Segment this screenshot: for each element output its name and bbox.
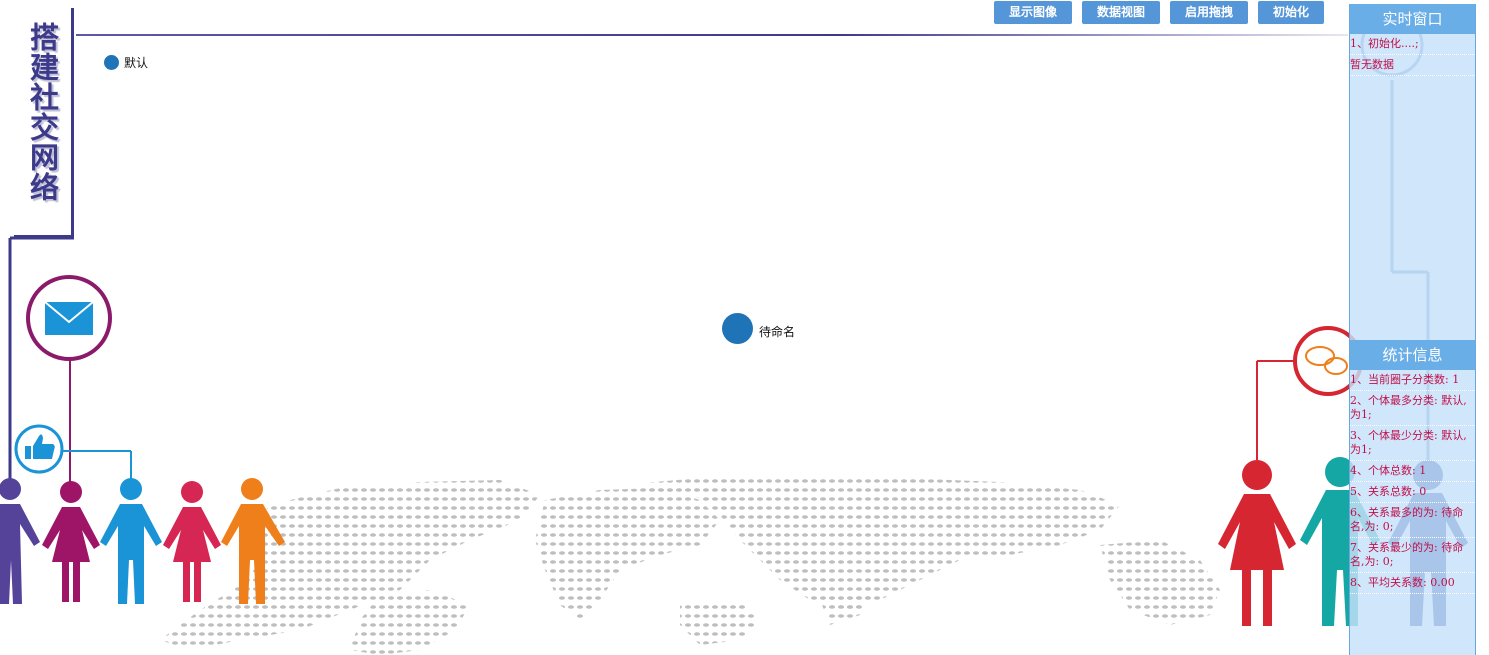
page: 搭建社交网络 显示图像 数据视图 启用拖拽 初始化 默认 待命名 实时窗口 1、… bbox=[0, 0, 1489, 655]
stats-row: 5、关系总数: 0 bbox=[1350, 482, 1475, 503]
toolbar: 显示图像 数据视图 启用拖拽 初始化 bbox=[994, 1, 1334, 24]
stats-row: 2、个体最多分类: 默认,为1; bbox=[1350, 391, 1475, 426]
show-image-button[interactable]: 显示图像 bbox=[994, 1, 1072, 24]
stats-row: 8、平均关系数: 0.00 bbox=[1350, 573, 1475, 594]
init-button[interactable]: 初始化 bbox=[1258, 1, 1324, 24]
stats-row: 1、当前圈子分类数: 1 bbox=[1350, 370, 1475, 391]
legend-label: 默认 bbox=[124, 56, 149, 70]
stats-panel-title: 统计信息 bbox=[1350, 340, 1475, 370]
legend-dot bbox=[104, 55, 119, 70]
side-panel: 实时窗口 1、初始化....; 暂无数据 统计信息 1、当前圈子分类数: 1 2… bbox=[1349, 4, 1476, 655]
people-figures-left bbox=[0, 478, 285, 604]
stats-row: 6、关系最多的为: 待命名,为: 0; bbox=[1350, 503, 1475, 538]
stats-row: 7、关系最少的为: 待命名,为: 0; bbox=[1350, 538, 1475, 573]
realtime-log-row: 暂无数据 bbox=[1350, 55, 1475, 76]
mail-icon bbox=[26, 275, 112, 361]
data-view-button[interactable]: 数据视图 bbox=[1082, 1, 1160, 24]
title-frame: 搭建社交网络 bbox=[14, 8, 74, 238]
realtime-log-list: 1、初始化....; 暂无数据 bbox=[1350, 34, 1475, 76]
graph-node-circle[interactable] bbox=[722, 313, 753, 344]
realtime-log-row: 1、初始化....; bbox=[1350, 34, 1475, 55]
page-title: 搭建社交网络 bbox=[25, 22, 60, 202]
world-map-dots bbox=[160, 475, 1220, 655]
realtime-panel-title: 实时窗口 bbox=[1350, 4, 1475, 34]
thumbs-up-icon bbox=[14, 424, 64, 474]
graph-node[interactable]: 待命名 bbox=[722, 313, 795, 344]
graph-node-label: 待命名 bbox=[759, 325, 796, 339]
legend-item-default[interactable]: 默认 bbox=[104, 54, 148, 71]
stats-row: 3、个体最少分类: 默认,为1; bbox=[1350, 426, 1475, 461]
enable-drag-button[interactable]: 启用拖拽 bbox=[1170, 1, 1248, 24]
header-divider bbox=[76, 34, 1348, 36]
stats-list: 1、当前圈子分类数: 1 2、个体最多分类: 默认,为1; 3、个体最少分类: … bbox=[1350, 370, 1475, 594]
stats-row: 4、个体总数: 1 bbox=[1350, 461, 1475, 482]
